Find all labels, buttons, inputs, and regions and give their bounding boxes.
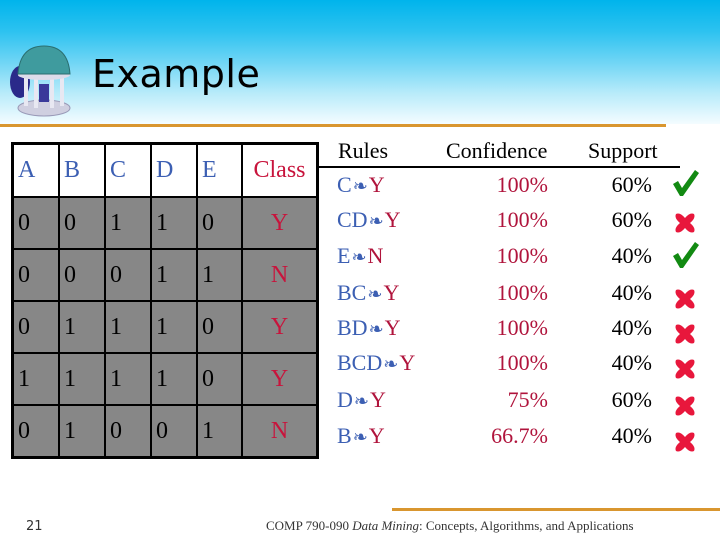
rule-antecedent: B	[337, 423, 352, 448]
rule-expression: CD❧Y	[337, 207, 401, 233]
implies-arrow-icon: ❧	[368, 319, 384, 339]
rule-support: 40%	[611, 315, 652, 340]
rule-confidence: 100%	[496, 243, 548, 268]
rule-expression: BCD❧Y	[337, 350, 415, 376]
rule-antecedent: CD	[337, 207, 368, 232]
footer-italic: Data Mining	[352, 518, 420, 533]
rules-header: Rules	[338, 138, 389, 163]
implies-arrow-icon: ❧	[368, 211, 384, 231]
slide-title: Example	[92, 52, 261, 96]
rule-consequent: N	[367, 243, 384, 268]
rule-antecedent: BD	[337, 315, 368, 340]
support-header: Support	[588, 138, 658, 163]
implies-arrow-icon: ❧	[367, 284, 383, 304]
implies-arrow-icon: ❧	[352, 427, 368, 447]
rule-confidence: 66.7%	[491, 423, 548, 448]
rule-support: 60%	[611, 172, 652, 197]
rule-expression: BC❧Y	[337, 280, 399, 306]
rule-antecedent: D	[337, 387, 353, 412]
page-number: 21	[26, 519, 43, 534]
rule-antecedent: E	[337, 243, 351, 268]
cross-icon	[675, 289, 695, 309]
rule-consequent: Y	[384, 315, 401, 340]
rule-expression: D❧Y	[337, 387, 386, 413]
cross-icon	[675, 432, 695, 452]
confidence-header: Confidence	[446, 138, 548, 163]
rule-support: 40%	[611, 280, 652, 305]
implies-arrow-icon: ❧	[353, 391, 369, 411]
title-divider	[0, 124, 666, 127]
rule-expression: B❧Y	[337, 423, 385, 449]
rule-row: BCD❧Y 100% 40%	[0, 350, 720, 384]
cross-icon	[675, 396, 695, 416]
rule-row: B❧Y 66.7% 40%	[0, 423, 720, 457]
rule-row: BD❧Y 100% 40%	[0, 315, 720, 349]
rule-consequent: Y	[399, 350, 416, 375]
footer-divider	[392, 508, 720, 511]
rule-consequent: Y	[383, 280, 400, 305]
rule-antecedent: BC	[337, 280, 367, 305]
footer-course-title: COMP 790-090 Data Mining: Concepts, Algo…	[266, 518, 634, 534]
rule-row: BC❧Y 100% 40%	[0, 280, 720, 314]
rule-confidence: 100%	[496, 172, 548, 197]
rule-confidence: 100%	[496, 207, 548, 232]
rule-support: 40%	[611, 350, 652, 375]
rule-confidence: 100%	[496, 350, 548, 375]
rule-row: D❧Y 75% 60%	[0, 387, 720, 421]
implies-arrow-icon: ❧	[383, 354, 399, 374]
rule-row: CD❧Y 100% 60%	[0, 207, 720, 241]
rule-consequent: Y	[368, 172, 385, 197]
rule-antecedent: C	[337, 172, 352, 197]
rule-support: 40%	[611, 423, 652, 448]
checkmark-icon	[673, 242, 699, 268]
cross-icon	[675, 359, 695, 379]
rule-consequent: Y	[369, 387, 386, 412]
implies-arrow-icon: ❧	[352, 176, 368, 196]
rule-row: C❧Y 100% 60%	[0, 172, 720, 206]
checkmark-icon	[673, 170, 699, 196]
rule-support: 40%	[611, 243, 652, 268]
cross-icon	[675, 213, 695, 233]
rule-expression: C❧Y	[337, 172, 385, 198]
rules-header-divider	[318, 166, 680, 168]
rule-confidence: 100%	[496, 315, 548, 340]
implies-arrow-icon: ❧	[351, 247, 367, 267]
rule-expression: E❧N	[337, 243, 383, 269]
rule-row: E❧N 100% 40%	[0, 243, 720, 277]
footer-suffix: : Concepts, Algorithms, and Applications	[419, 518, 634, 533]
rule-confidence: 75%	[507, 387, 548, 412]
rule-consequent: Y	[384, 207, 401, 232]
cross-icon	[675, 324, 695, 344]
rule-expression: BD❧Y	[337, 315, 401, 341]
rule-antecedent: BCD	[337, 350, 383, 375]
footer-prefix: COMP 790-090	[266, 518, 353, 533]
rule-support: 60%	[611, 207, 652, 232]
old-well-icon	[10, 45, 71, 117]
rule-consequent: Y	[368, 423, 385, 448]
rule-support: 60%	[611, 387, 652, 412]
rule-confidence: 100%	[496, 280, 548, 305]
